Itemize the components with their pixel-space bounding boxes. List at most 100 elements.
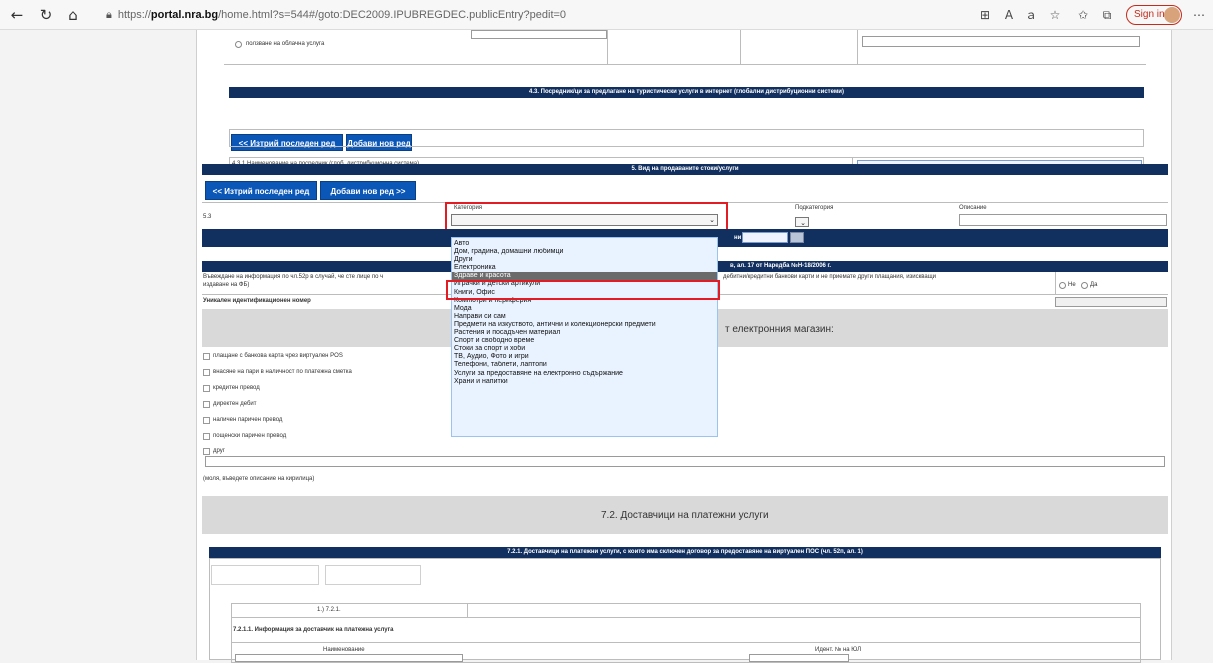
dropdown-option[interactable]: Дом, градина, домашни любимци: [452, 248, 717, 256]
section-4-3-frame: [229, 129, 1144, 147]
unique-id-input[interactable]: [1055, 297, 1167, 307]
col-id-label: Идент. № на ЮЛ: [815, 647, 862, 653]
chevron-down-icon: ⌄: [800, 219, 806, 227]
payment-checkbox[interactable]: [203, 433, 210, 440]
section-5-header: 5. Вид на продаваните стоки/услуги: [202, 164, 1168, 175]
payment-label: пощенски паричен превод: [213, 433, 287, 439]
col-name-label: Наименование: [323, 647, 365, 653]
provider-row-number: 1.) 7.2.1.: [317, 607, 341, 613]
dropdown-option[interactable]: Електроника: [452, 264, 717, 272]
provider-id-input[interactable]: [749, 654, 849, 662]
date-input[interactable]: [742, 232, 788, 243]
row-number: 5.3: [203, 214, 212, 220]
top-field-a[interactable]: [471, 30, 607, 39]
payment-checkbox[interactable]: [203, 417, 210, 424]
input-info-c: издаване на ФБ): [203, 282, 250, 288]
divider: [607, 30, 608, 64]
subcategory-select[interactable]: ⌄: [795, 217, 809, 227]
section-7-header-fragment: т електронния магазин:: [725, 324, 834, 335]
delete-row-button-5[interactable]: << Изтрий последен ред: [205, 181, 317, 200]
cloud-label: ползване на облачна услуга: [246, 41, 325, 47]
divider: [467, 603, 468, 617]
description-input[interactable]: [959, 214, 1167, 226]
blank-button-2[interactable]: [325, 565, 421, 585]
other-payment-input[interactable]: [205, 456, 1165, 467]
input-info-a: Въвеждане на информация по чл.52р в случ…: [203, 274, 384, 280]
url-host: portal.nra.bg: [150, 9, 219, 21]
selected-option-highlight: [446, 280, 720, 300]
category-dropdown-list[interactable]: Авто Дом, градина, домашни любимци Други…: [451, 237, 718, 437]
divider: [224, 64, 1146, 65]
description-label: Описание: [959, 205, 987, 211]
read-aloud-icon[interactable]: A: [1000, 6, 1018, 24]
payment-checkbox[interactable]: [203, 385, 210, 392]
payment-checkbox[interactable]: [203, 448, 210, 455]
more-icon[interactable]: ⋯: [1190, 6, 1208, 24]
avatar: [1164, 7, 1180, 23]
dropdown-option[interactable]: ТВ, Аудио, Фото и игри: [452, 353, 717, 361]
section-4-3-header: 4.3. Посредник/ци за предлагане на турис…: [229, 87, 1144, 98]
collections-icon[interactable]: ✩: [1074, 6, 1092, 24]
back-icon[interactable]: ←: [6, 4, 28, 26]
translate-icon[interactable]: ａ: [1022, 6, 1040, 24]
payment-checkbox[interactable]: [203, 401, 210, 408]
section-7-2-1-header: 7.2.1. Доставчици на платежни услуги, с …: [209, 547, 1161, 558]
provider-info-label: 7.2.1.1. Информация за доставчик на плат…: [233, 627, 394, 633]
payment-label: внасяне на пари в наличност по платежна …: [213, 369, 352, 375]
payment-label: друг: [213, 448, 225, 454]
radio-no-label: Не: [1068, 282, 1076, 288]
section-6-header-fragment: в, ал. 17 от Наредба №Н-18/2006 г.: [730, 263, 832, 269]
browser-toolbar: ← ↻ ⌂ 🔒︎ https://portal.nra.bg/home.html?…: [0, 0, 1213, 30]
top-field-b[interactable]: [862, 36, 1140, 47]
dropdown-option[interactable]: Спорт и свободно време: [452, 337, 717, 345]
section-7-2-header: 7.2. Доставчици на платежни услуги: [601, 510, 769, 521]
cloud-radio[interactable]: [235, 41, 242, 48]
url-scheme: https://: [117, 9, 151, 21]
divider: [857, 30, 858, 64]
dropdown-option[interactable]: Телефони, таблети, лаптопи: [452, 361, 717, 369]
radio-yes[interactable]: [1081, 282, 1088, 289]
payment-label: кредитен превод: [213, 385, 260, 391]
divider: [1055, 272, 1056, 294]
payment-label: наличен паричен превод: [213, 417, 283, 423]
dropdown-option[interactable]: Растения и посадъчен материал: [452, 329, 717, 337]
cyrillic-note: (моля, въведете описание на кирилица): [203, 476, 315, 482]
lock-icon: 🔒︎: [106, 8, 112, 21]
payment-label: директен дебит: [213, 401, 257, 407]
payment-checkbox[interactable]: [203, 353, 210, 360]
divider: [231, 642, 1141, 643]
profile-icon[interactable]: ⧉: [1098, 6, 1116, 24]
sign-in-button[interactable]: Sign in: [1126, 5, 1182, 25]
unique-id-label: Уникален идентификационен номер: [203, 298, 311, 304]
dropdown-option[interactable]: Други: [452, 256, 717, 264]
page-scrollbar[interactable]: [1200, 30, 1213, 660]
add-row-button-5[interactable]: Добави нов ред >>: [320, 181, 416, 200]
favorite-icon[interactable]: ☆: [1046, 6, 1064, 24]
dropdown-option[interactable]: Авто: [452, 240, 717, 248]
payment-checkbox[interactable]: [203, 369, 210, 376]
address-bar[interactable]: 🔒︎ https://portal.nra.bg/home.html?s=544#…: [106, 5, 956, 25]
url-path: /home.html?s=544#/goto:DEC2009.IPUBREGDE…: [218, 9, 567, 21]
subcategory-label: Подкатегория: [795, 205, 834, 211]
dropdown-option[interactable]: Предмети на изкуството, антични и колекц…: [452, 321, 717, 329]
payment-label: плащане с банкова карта чрез виртуален P…: [213, 353, 343, 359]
calendar-icon[interactable]: [790, 232, 804, 243]
radio-no[interactable]: [1059, 282, 1066, 289]
date-label-fragment: ни: [734, 235, 742, 241]
radio-yes-label: Да: [1090, 282, 1098, 288]
dropdown-option[interactable]: Услуги за предоставяне на електронно съд…: [452, 370, 717, 378]
input-info-b: дебитни/кредитни банкови карти и не прие…: [723, 274, 937, 280]
refresh-icon[interactable]: ↻: [35, 4, 57, 26]
divider: [740, 30, 741, 64]
blank-button-1[interactable]: [211, 565, 319, 585]
dropdown-option[interactable]: Храни и напитки: [452, 378, 717, 386]
form-page: ползване на облачна услуга 4.3. Посредни…: [196, 30, 1172, 663]
dropdown-option[interactable]: Направи си сам: [452, 313, 717, 321]
dropdown-option[interactable]: Стоки за спорт и хоби: [452, 345, 717, 353]
provider-name-input[interactable]: [235, 654, 463, 662]
divider: [231, 617, 1141, 618]
split-view-icon[interactable]: ⊞: [976, 6, 994, 24]
dropdown-option[interactable]: Мода: [452, 305, 717, 313]
home-icon[interactable]: ⌂: [62, 4, 84, 26]
sign-in-label: Sign in: [1134, 9, 1165, 20]
